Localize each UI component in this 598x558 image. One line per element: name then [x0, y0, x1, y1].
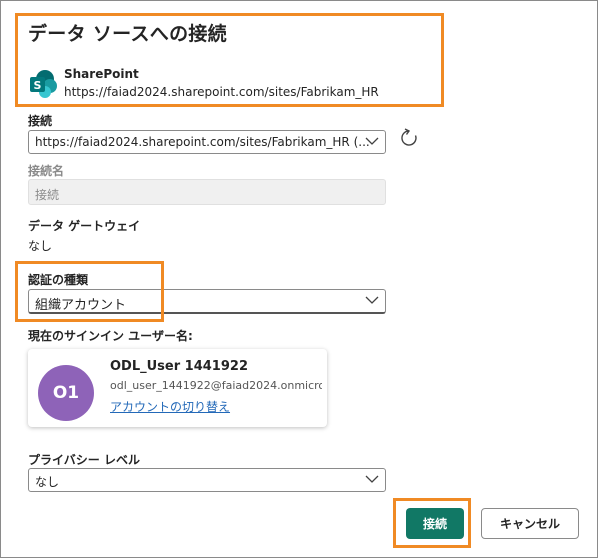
dialog-title: データ ソースへの接続	[28, 23, 227, 45]
auth-type-select[interactable]: 組織アカウント	[28, 289, 386, 314]
chevron-down-icon	[365, 475, 379, 483]
user-name: ODL_User 1441922	[110, 359, 248, 374]
switch-account-link[interactable]: アカウントの切り替え	[110, 398, 230, 415]
gateway-label: データ ゲートウェイ	[28, 219, 141, 233]
auth-type-value: 組織アカウント	[35, 298, 127, 313]
auth-type-label: 認証の種類	[28, 273, 89, 287]
connection-label: 接続	[28, 114, 53, 128]
connection-name-input: 接続	[28, 179, 386, 205]
signed-in-label: 現在のサインイン ユーザー名:	[28, 329, 193, 343]
connection-name-placeholder: 接続	[35, 188, 60, 202]
source-url: https://faiad2024.sharepoint.com/sites/F…	[64, 85, 379, 99]
gateway-value: なし	[28, 239, 53, 253]
connect-dialog: データ ソースへの接続 S SharePoint https://faiad20…	[0, 0, 598, 558]
privacy-value: なし	[35, 475, 60, 489]
sharepoint-icon: S	[30, 70, 57, 98]
chevron-down-icon	[365, 137, 379, 145]
privacy-label: プライバシー レベル	[28, 453, 140, 467]
connection-select[interactable]: https://faiad2024.sharepoint.com/sites/F…	[28, 130, 386, 154]
refresh-icon[interactable]	[399, 128, 419, 148]
chevron-down-icon	[365, 296, 379, 304]
connect-button[interactable]: 接続	[406, 508, 464, 539]
connection-name-label: 接続名	[28, 164, 65, 178]
source-name: SharePoint	[64, 67, 139, 81]
user-card: O1 ODL_User 1441922 odl_user_1441922@fai…	[28, 349, 327, 427]
svg-text:S: S	[34, 79, 42, 92]
user-email: odl_user_1441922@faiad2024.onmicro...	[110, 379, 322, 392]
privacy-select[interactable]: なし	[28, 468, 386, 492]
avatar: O1	[38, 365, 94, 421]
cancel-button[interactable]: キャンセル	[481, 508, 579, 539]
connection-value: https://faiad2024.sharepoint.com/sites/F…	[35, 135, 370, 149]
